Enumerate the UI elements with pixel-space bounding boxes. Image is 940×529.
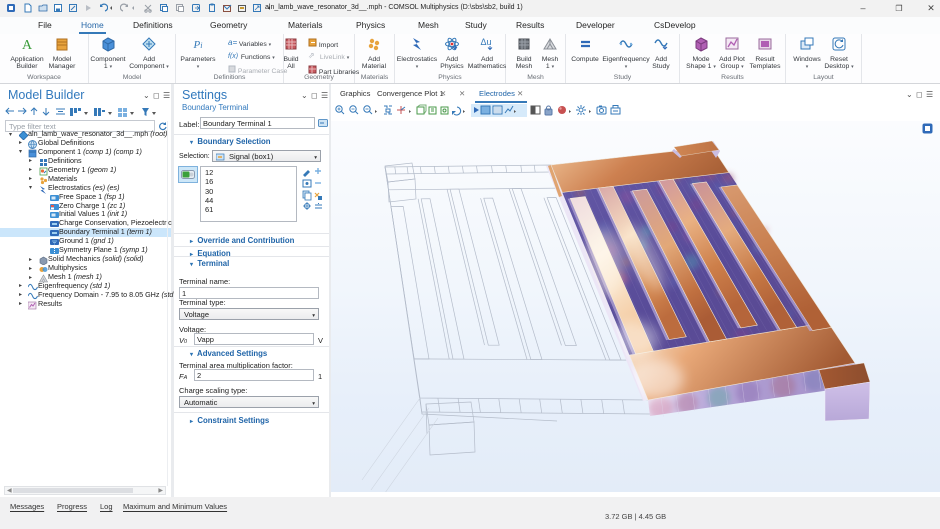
svg-text:a=: a= [228,38,237,46]
svg-text:A: A [21,38,32,52]
svg-text:⇗: ⇗ [308,51,315,59]
svg-text:f(x): f(x) [228,53,238,59]
svg-text:Pi: Pi [192,39,202,51]
svg-text:Δu: Δu [480,37,491,47]
